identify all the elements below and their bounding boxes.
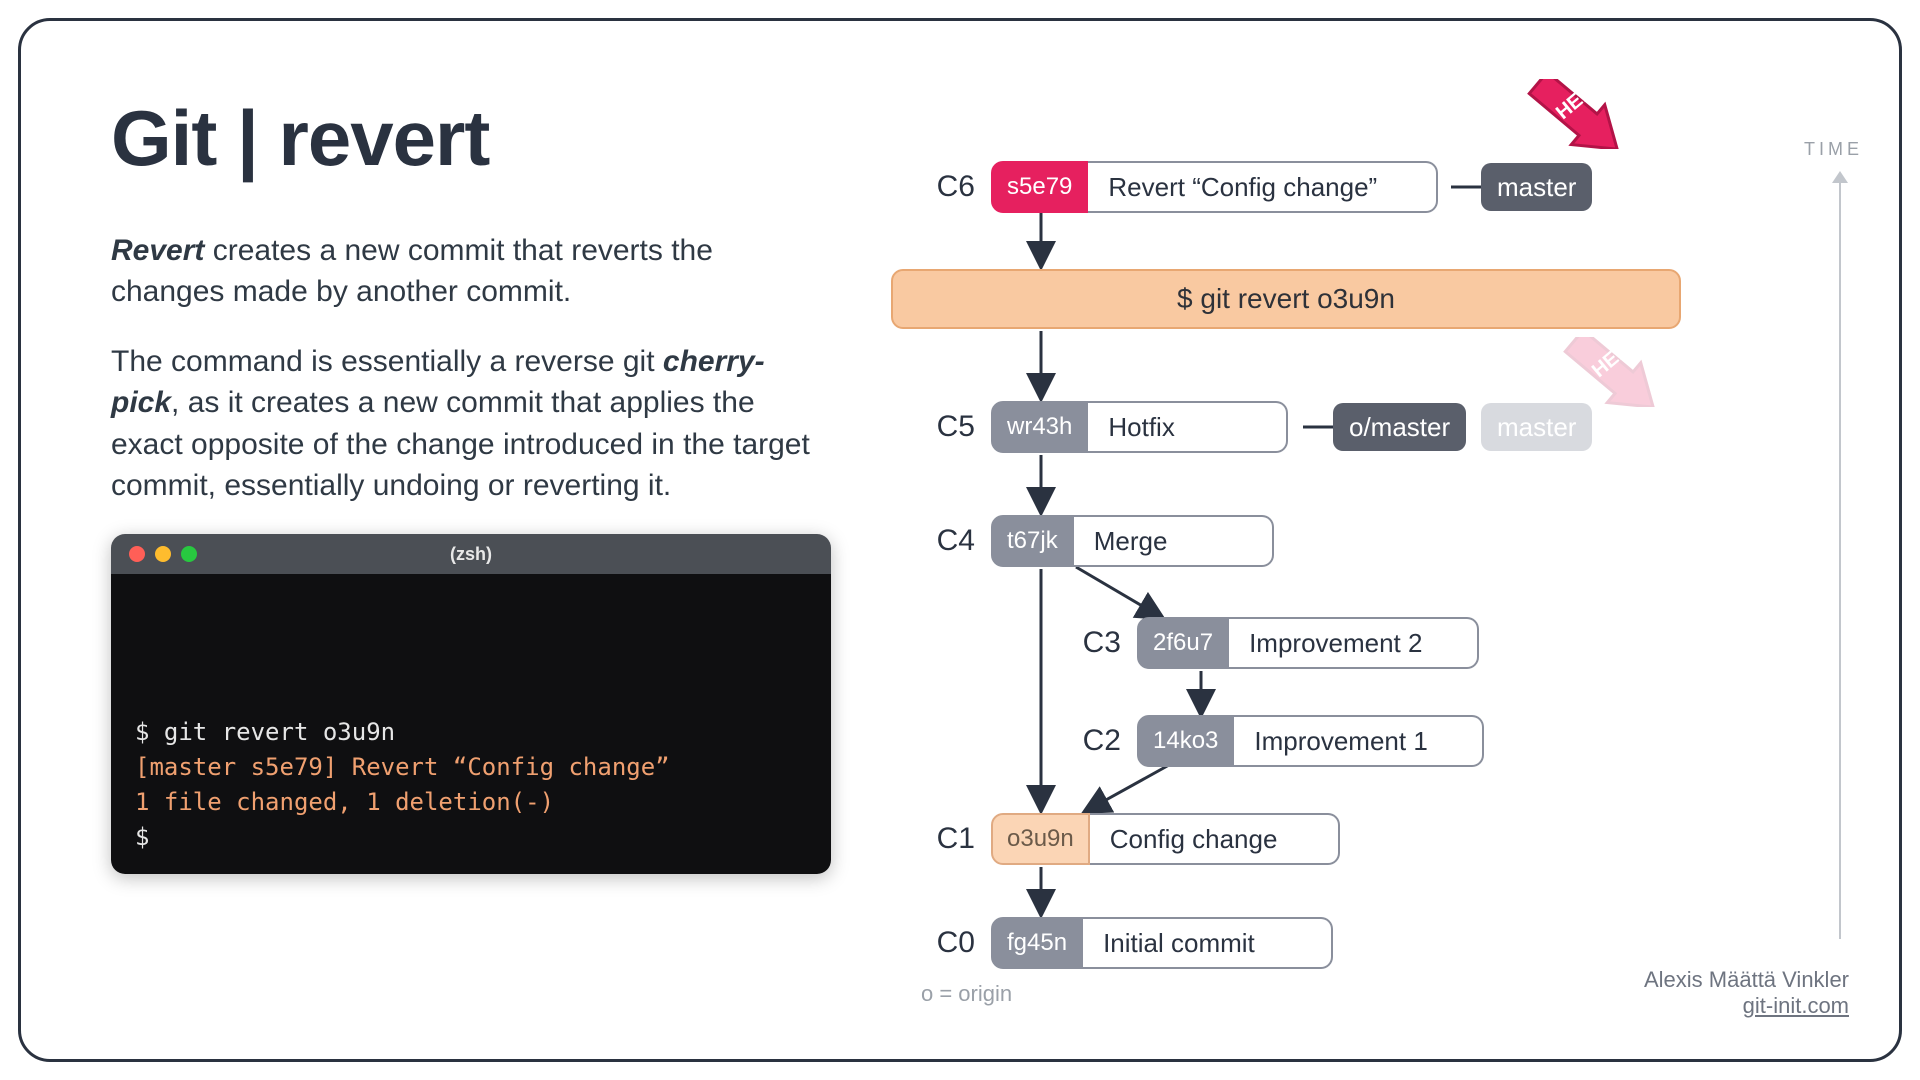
terminal-line-4: $ xyxy=(135,820,807,855)
left-column: Git | revert Revert creates a new commit… xyxy=(111,93,831,874)
commit-hash: 2f6u7 xyxy=(1137,617,1229,669)
commit-c6: C6 s5e79 Revert “Config change” xyxy=(921,161,1438,213)
credit: Alexis Määttä Vinkler git-init.com xyxy=(1644,967,1849,1019)
branch-master-old: master xyxy=(1481,403,1592,451)
commit-message: Improvement 2 xyxy=(1229,617,1479,669)
slide-title: Git | revert xyxy=(111,93,831,184)
terminal-title: (zsh) xyxy=(111,544,831,565)
command-bar: $ git revert o3u9n xyxy=(891,269,1681,329)
commit-message: Hotfix xyxy=(1088,401,1288,453)
commit-message: Revert “Config change” xyxy=(1088,161,1438,213)
branch-master: master xyxy=(1481,163,1592,211)
commit-graph: C6 s5e79 Revert “Config change” master H… xyxy=(921,141,1721,981)
commit-label: C2 xyxy=(1067,724,1121,758)
credit-author: Alexis Määttä Vinkler xyxy=(1644,967,1849,993)
commit-message: Merge xyxy=(1074,515,1274,567)
commit-c2: C2 14ko3 Improvement 1 xyxy=(1067,715,1484,767)
para2-b: , as it creates a new commit that applie… xyxy=(111,386,810,502)
commit-hash: wr43h xyxy=(991,401,1088,453)
commit-hash: t67jk xyxy=(991,515,1074,567)
commit-message: Improvement 1 xyxy=(1234,715,1484,767)
para1-strong: Revert xyxy=(111,234,204,267)
commit-label: C1 xyxy=(921,822,975,856)
time-axis: TIME xyxy=(1803,139,1863,939)
commit-hash: 14ko3 xyxy=(1137,715,1234,767)
commit-label: C0 xyxy=(921,926,975,960)
commit-label: C3 xyxy=(1067,626,1121,660)
commit-hash: o3u9n xyxy=(991,813,1090,865)
commit-label: C4 xyxy=(921,524,975,558)
slide-frame: Git | revert Revert creates a new commit… xyxy=(18,18,1902,1062)
commit-c4: C4 t67jk Merge xyxy=(921,515,1274,567)
terminal-line-1: git revert o3u9n xyxy=(135,715,807,750)
commit-message: Config change xyxy=(1090,813,1340,865)
time-label: TIME xyxy=(1804,139,1863,160)
commit-c3: C3 2f6u7 Improvement 2 xyxy=(1067,617,1479,669)
paragraph-2: The command is essentially a reverse git… xyxy=(111,341,831,507)
head-pointer-old-icon: HEAD xyxy=(1559,337,1674,407)
origin-legend: o = origin xyxy=(921,981,1012,1007)
terminal-line-3: 1 file changed, 1 deletion(-) xyxy=(135,785,807,820)
credit-link: git-init.com xyxy=(1644,993,1849,1019)
commit-label: C5 xyxy=(921,410,975,444)
commit-hash: s5e79 xyxy=(991,161,1088,213)
commit-c5: C5 wr43h Hotfix xyxy=(921,401,1288,453)
terminal-titlebar: (zsh) xyxy=(111,534,831,574)
commit-label: C6 xyxy=(921,170,975,204)
terminal-line-2: [master s5e79] Revert “Config change” xyxy=(135,750,807,785)
commit-c1: C1 o3u9n Config change xyxy=(921,813,1340,865)
head-pointer-icon: HEAD xyxy=(1523,79,1638,149)
terminal-body: git revert o3u9n [master s5e79] Revert “… xyxy=(111,574,831,874)
paragraph-1: Revert creates a new commit that reverts… xyxy=(111,230,831,313)
branch-o-master: o/master xyxy=(1333,403,1466,451)
commit-c0: C0 fg45n Initial commit xyxy=(921,917,1333,969)
commit-hash: fg45n xyxy=(991,917,1083,969)
terminal-window: (zsh) git revert o3u9n [master s5e79] Re… xyxy=(111,534,831,874)
commit-message: Initial commit xyxy=(1083,917,1333,969)
para2-a: The command is essentially a reverse git xyxy=(111,345,663,378)
time-axis-line xyxy=(1839,179,1841,939)
